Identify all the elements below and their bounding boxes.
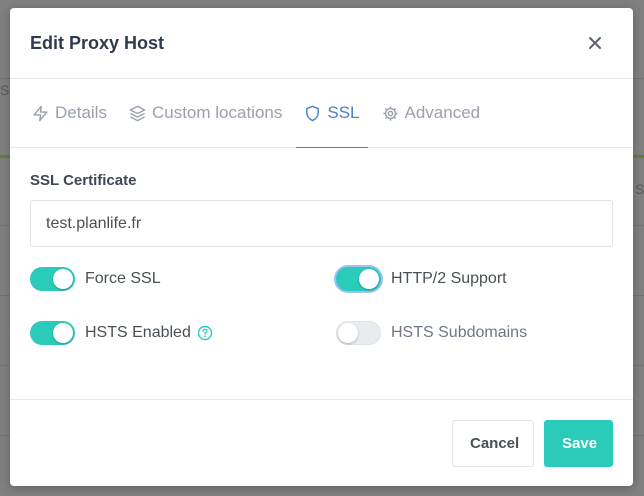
background-text-fragment: S [0, 82, 10, 98]
tab-label: SSL [327, 103, 360, 122]
hsts-subdomains-switch[interactable] [336, 321, 381, 345]
tab-details[interactable]: Details [24, 79, 115, 147]
close-button[interactable] [583, 31, 607, 55]
tab-label: Advanced [404, 103, 481, 122]
tab-bar: Details Custom locations SSL Advanced [10, 79, 633, 148]
cancel-button[interactable]: Cancel [452, 419, 534, 467]
force-ssl-switch[interactable] [30, 267, 75, 291]
hsts-enabled-switch[interactable] [30, 321, 75, 345]
hsts-subdomains-toggle[interactable]: HSTS Subdomains [336, 321, 527, 345]
tab-advanced[interactable]: Advanced [374, 79, 489, 147]
hsts-subdomains-label: HSTS Subdomains [391, 324, 528, 341]
modal-footer: Cancel Save [10, 399, 633, 486]
gear-icon [382, 105, 398, 121]
http2-support-switch[interactable] [336, 267, 381, 291]
ssl-panel: SSL Certificate Force SSL HTTP/2 Support… [10, 148, 633, 387]
force-ssl-toggle[interactable]: Force SSL [30, 267, 161, 291]
modal-title: Edit Proxy Host [30, 32, 165, 53]
http2-support-toggle[interactable]: HTTP/2 Support [336, 267, 507, 291]
background-text-fragment: S [635, 181, 644, 197]
force-ssl-label: Force SSL [85, 270, 161, 287]
shield-icon [306, 105, 320, 121]
ssl-certificate-label: SSL Certificate [30, 172, 137, 189]
modal-header: Edit Proxy Host [10, 8, 633, 79]
tab-custom-locations[interactable]: Custom locations [121, 79, 290, 147]
http2-support-label: HTTP/2 Support [391, 270, 507, 287]
edit-proxy-host-modal: Edit Proxy Host Details Custom locations… [10, 8, 633, 486]
ssl-certificate-input[interactable] [30, 200, 613, 247]
help-circle-icon[interactable] [197, 325, 213, 341]
tab-label: Details [55, 103, 107, 122]
hsts-enabled-toggle[interactable]: HSTS Enabled [30, 321, 213, 345]
ssl-toggles: Force SSL HTTP/2 Support HSTS Enabled HS… [30, 267, 613, 387]
lightning-icon [33, 105, 48, 121]
tab-ssl[interactable]: SSL [296, 79, 368, 148]
close-icon [589, 37, 601, 49]
save-button[interactable]: Save [544, 419, 613, 467]
tab-label: Custom locations [151, 103, 283, 122]
layers-icon [129, 105, 146, 121]
hsts-enabled-label: HSTS Enabled [85, 324, 191, 341]
